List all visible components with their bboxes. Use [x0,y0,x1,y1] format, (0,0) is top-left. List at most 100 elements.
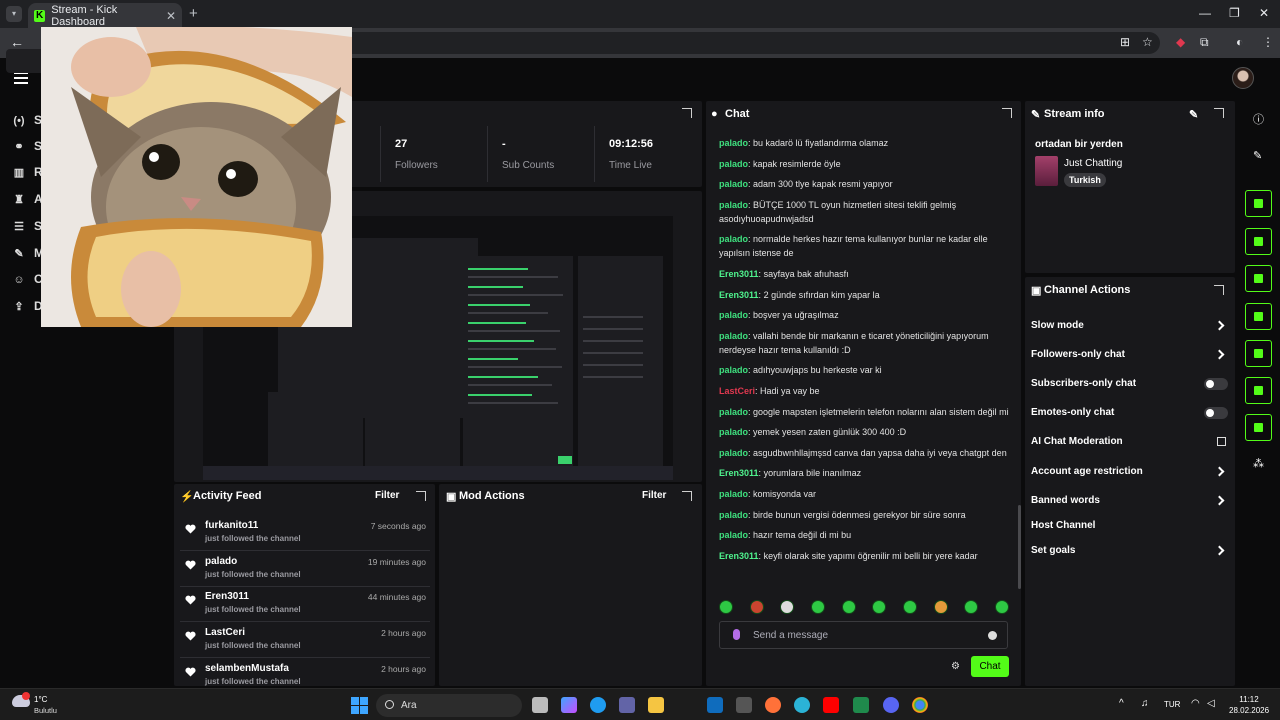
copilot-icon[interactable] [561,697,577,713]
chat-username[interactable]: palado [719,510,748,520]
emote-icon[interactable] [810,600,825,614]
extensions-puzzle-icon[interactable]: ⧉ [1200,35,1209,50]
outlook-icon[interactable] [707,697,723,713]
edit-pencil-icon[interactable]: ✎ [1253,149,1265,162]
chat-username[interactable]: Eren3011 [719,468,759,478]
rail-activity-button[interactable] [1245,228,1272,255]
mod-expand-icon[interactable] [682,491,692,501]
nav-item-8[interactable]: ⇪ D [12,299,42,313]
nav-item-6[interactable]: ✎ M [12,246,44,260]
emote-icon[interactable] [780,600,795,614]
feed-username[interactable]: palado [205,556,237,567]
chat-username[interactable]: palado [719,489,748,499]
mod-actions-filter[interactable]: Filter [642,490,666,501]
nav-item-5[interactable]: ☰ S [12,219,42,233]
external-link-icon[interactable] [1217,437,1226,446]
rail-broadcast-button[interactable] [1245,340,1272,367]
emote-icon[interactable] [994,600,1009,614]
maximize-icon[interactable]: ❐ [1229,6,1240,20]
channel-action-item[interactable]: Followers-only chat [1031,349,1125,360]
user-avatar[interactable] [1232,67,1254,89]
emote-icon[interactable] [902,600,917,614]
chat-username[interactable]: palado [719,407,748,417]
nav-item-7[interactable]: ☺ C [12,272,42,286]
channel-action-item[interactable]: Account age restriction [1031,466,1143,477]
channel-action-item[interactable]: Host Channel [1031,520,1095,531]
edge-icon[interactable] [590,697,606,713]
microphone-tray-icon[interactable]: ♫ [1141,698,1149,709]
app-c-icon[interactable] [794,697,810,713]
feed-username[interactable]: Eren3011 [205,591,249,602]
emote-icon[interactable] [841,600,856,614]
microphone-icon[interactable] [733,629,740,640]
minimize-icon[interactable]: — [1199,6,1211,20]
tray-chevron-icon[interactable]: ^ [1119,698,1124,709]
app-grid-icon[interactable] [853,697,869,713]
chat-settings-gear-icon[interactable]: ⚙ [951,661,960,672]
chat-username[interactable]: palado [719,200,748,210]
rail-tools-button[interactable] [1245,414,1272,441]
stream-category[interactable]: Just Chatting [1064,158,1122,169]
profile-avatar-icon[interactable]: ◐ [1236,35,1243,49]
channel-action-item[interactable]: Subscribers-only chat [1031,378,1136,389]
channel-actions-expand-icon[interactable] [1214,285,1224,295]
stats-expand-icon[interactable] [682,108,692,118]
nav-item-stream[interactable]: (•) S [12,113,42,127]
emote-icon[interactable] [872,600,887,614]
toggle-switch[interactable] [1204,407,1228,419]
feed-username[interactable]: selambenMustafa [205,663,289,674]
emote-icon[interactable] [964,600,979,614]
chat-username[interactable]: Eren3011 [719,551,759,561]
window-close-icon[interactable]: ✕ [1259,6,1269,20]
emote-icon[interactable] [749,600,764,614]
chat-username[interactable]: LastCeri [719,386,755,396]
feed-username[interactable]: furkanito11 [205,520,258,531]
edit-stream-info-icon[interactable]: ✎ [1189,108,1198,121]
teams-icon[interactable] [619,697,635,713]
extension-icon[interactable]: ◆ [1176,35,1185,49]
activity-expand-icon[interactable] [416,491,426,501]
browser-menu-icon[interactable]: ⋮ [1262,35,1274,49]
chat-username[interactable]: palado [719,331,748,341]
channel-action-item[interactable]: Slow mode [1031,320,1084,331]
emoji-picker-icon[interactable] [988,631,997,640]
bookmark-star-icon[interactable]: ☆ [1142,35,1153,49]
chat-username[interactable]: palado [719,179,748,189]
taskbar-search[interactable]: Ara [376,694,522,717]
chat-username[interactable]: palado [719,138,748,148]
rail-info-button[interactable] [1245,265,1272,292]
chat-expand-icon[interactable] [1002,108,1012,118]
file-explorer-icon[interactable] [648,697,664,713]
tab-close-icon[interactable]: ✕ [166,9,176,23]
layout-dots-icon[interactable]: ⁂ [1253,457,1265,470]
channel-action-item[interactable]: Banned words [1031,495,1100,506]
back-arrow-icon[interactable]: ← [10,34,24,50]
chat-username[interactable]: palado [719,365,748,375]
toggle-switch[interactable] [1204,378,1228,390]
input-language[interactable]: TUR [1164,700,1180,709]
tab-search-icon[interactable]: ▾ [6,6,22,22]
chat-username[interactable]: palado [719,159,748,169]
emote-icon[interactable] [933,600,948,614]
wifi-icon[interactable]: ◠ [1191,698,1200,709]
stream-info-expand-icon[interactable] [1214,108,1224,118]
windows-start-icon[interactable] [351,697,368,714]
youtube-icon[interactable] [823,697,839,713]
volume-icon[interactable]: ◁ [1207,698,1215,709]
nav-item-4[interactable]: ♜ A [12,192,43,206]
app-icon[interactable] [736,697,752,713]
chat-username[interactable]: palado [719,310,748,320]
chat-username[interactable]: Eren3011 [719,269,759,279]
info-icon[interactable]: ⓘ [1253,111,1265,126]
chrome-icon[interactable] [912,697,928,713]
chat-message-input[interactable]: Send a message [719,621,1008,649]
emote-icon[interactable] [719,600,733,614]
chat-username[interactable]: Eren3011 [719,290,759,300]
channel-action-item[interactable]: Emotes-only chat [1031,407,1114,418]
feed-username[interactable]: LastCeri [205,627,245,638]
send-chat-button[interactable]: Chat [971,656,1009,677]
hamburger-menu-icon[interactable] [14,72,28,84]
rail-stats-button[interactable] [1245,190,1272,217]
chat-username[interactable]: palado [719,530,748,540]
translate-icon[interactable]: ⊞ [1120,35,1130,49]
